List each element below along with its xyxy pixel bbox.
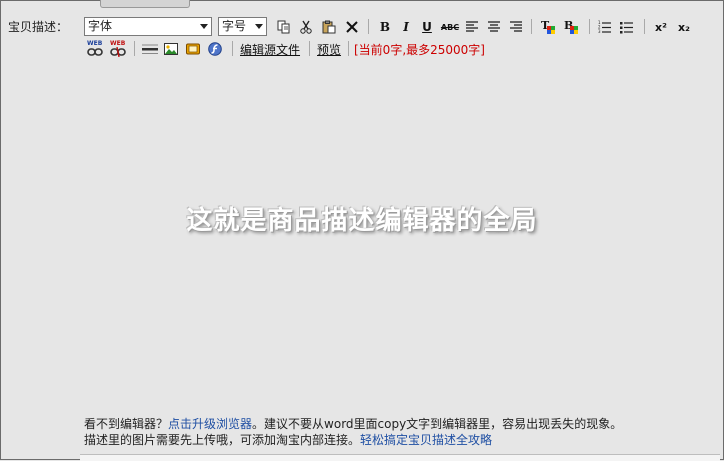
top-tab-stub[interactable]: [100, 0, 190, 8]
editor-watermark-text: 这就是商品描述编辑器的全局: [186, 206, 538, 236]
toolbar-separator: [232, 41, 233, 56]
toolbar-separator: [368, 19, 369, 34]
scissors-icon: [300, 20, 312, 34]
film-icon: [186, 43, 200, 55]
bold-button[interactable]: B: [376, 18, 394, 36]
char-count-label: [当前0字,最多25000字]: [354, 43, 485, 57]
insert-flash-button[interactable]: [206, 40, 224, 58]
size-select-value: 字号: [222, 19, 247, 33]
chain-icon: [87, 48, 103, 56]
toolbar-separator: [644, 19, 645, 34]
chevron-down-icon: [255, 24, 263, 29]
background-color-button[interactable]: B: [561, 17, 581, 35]
description-label: 宝贝描述：: [8, 20, 69, 34]
upgrade-browser-link[interactable]: 点击升级浏览器: [168, 417, 252, 431]
underline-button[interactable]: U: [418, 18, 436, 36]
align-center-icon: [488, 21, 500, 32]
insert-link-button[interactable]: WEB: [85, 40, 105, 58]
copy-button[interactable]: [275, 18, 293, 36]
horizontal-rule-icon: [142, 44, 158, 54]
italic-button[interactable]: I: [397, 18, 415, 36]
web-unlink-icon: WEB: [109, 40, 127, 58]
ordered-list-icon: 123: [598, 20, 611, 34]
close-icon: [346, 21, 358, 33]
size-select[interactable]: 字号: [218, 17, 267, 36]
align-center-button[interactable]: [485, 18, 503, 36]
help-line-2-prefix: 描述里的图片需要先上传哦，可添加淘宝内部连接。: [84, 433, 361, 447]
copy-icon: [277, 20, 290, 34]
insert-media-button[interactable]: [184, 40, 202, 58]
preview-link[interactable]: 预览: [317, 41, 341, 58]
paste-button[interactable]: [320, 18, 338, 36]
font-select-value: 字体: [88, 19, 113, 33]
description-guide-link[interactable]: 轻松搞定宝贝描述全攻略: [360, 433, 492, 447]
bullet-list-icon: [620, 22, 633, 34]
remove-link-button[interactable]: WEB: [108, 40, 128, 58]
help-line-1-prefix: 看不到编辑器？: [84, 417, 169, 431]
toolbar-separator: [309, 41, 310, 56]
unordered-list-button[interactable]: [618, 18, 636, 36]
strikethrough-button[interactable]: ABC: [438, 18, 462, 36]
flash-icon: [208, 42, 222, 56]
align-left-button[interactable]: [463, 18, 481, 36]
paste-icon: [322, 20, 336, 34]
help-line-1-suffix: 。建议不要从word里面copy文字到编辑器里，容易出现丢失的现象。: [252, 417, 623, 431]
web-badge-label: WEB: [110, 40, 126, 47]
web-badge-label: WEB: [87, 40, 103, 47]
delete-button[interactable]: [343, 18, 361, 36]
help-line-2: 描述里的图片需要先上传哦，可添加淘宝内部连接。轻松搞定宝贝描述全攻略: [84, 431, 492, 448]
image-icon: [164, 43, 178, 55]
broken-chain-icon: [110, 47, 126, 57]
insert-horizontal-rule-button[interactable]: [140, 40, 160, 58]
insert-image-button[interactable]: [162, 40, 180, 58]
align-right-icon: [510, 21, 522, 32]
cut-button[interactable]: [297, 18, 315, 36]
ordered-list-button[interactable]: 123: [596, 18, 614, 36]
align-right-button[interactable]: [507, 18, 525, 36]
text-color-icon: T: [541, 19, 555, 34]
superscript-button[interactable]: x²: [651, 18, 671, 36]
align-left-icon: [466, 21, 478, 32]
svg-text:3: 3: [598, 29, 601, 34]
chevron-down-icon: [200, 24, 208, 29]
highlight-color-icon: B: [564, 19, 578, 34]
toolbar-separator: [589, 19, 590, 34]
help-line-1: 看不到编辑器？点击升级浏览器。建议不要从word里面copy文字到编辑器里，容易…: [84, 415, 622, 432]
font-select[interactable]: 字体: [84, 17, 212, 36]
text-color-button[interactable]: T: [538, 17, 558, 35]
toolbar-separator: [348, 41, 349, 56]
subscript-button[interactable]: x₂: [674, 18, 694, 36]
toolbar-separator: [134, 41, 135, 56]
web-link-icon: WEB: [86, 40, 104, 58]
edit-source-link[interactable]: 编辑源文件: [240, 41, 300, 58]
toolbar-separator: [531, 19, 532, 34]
